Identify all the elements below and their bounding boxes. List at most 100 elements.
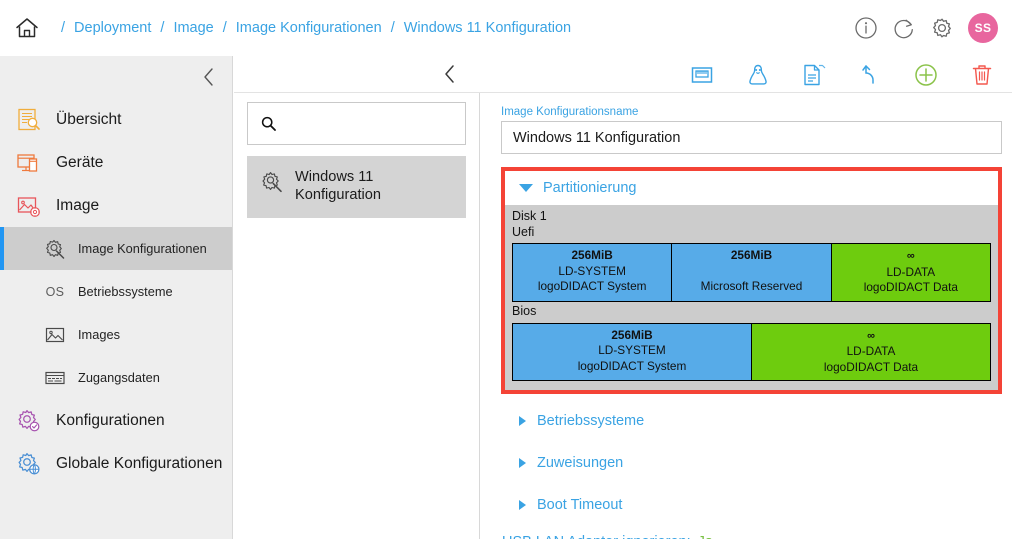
refresh-icon[interactable] xyxy=(892,16,916,40)
sidebar-item-konfigurationen[interactable]: Konfigurationen xyxy=(0,399,232,442)
section-title: Boot Timeout xyxy=(537,497,623,514)
breadcrumb-separator-0: / xyxy=(61,20,66,36)
info-icon[interactable] xyxy=(854,16,878,40)
partition-size: 256MiB xyxy=(611,327,653,342)
partitioning-section: Partitionierung Disk 1 Uefi 256MiB LD-SY… xyxy=(501,167,1002,395)
detail-pane: Image Konfigurationsname Partitionierung… xyxy=(481,94,1012,539)
main-toolbar xyxy=(234,56,1012,93)
copy-document-icon[interactable] xyxy=(801,62,827,88)
partition-desc: Microsoft Reserved xyxy=(700,279,803,294)
undo-arrow-icon[interactable] xyxy=(857,62,883,88)
sidebar-item-uebersicht[interactable]: Übersicht xyxy=(0,98,232,141)
search-input[interactable] xyxy=(276,103,465,144)
sidebar-item-label: Globale Konfigurationen xyxy=(56,454,223,472)
add-plus-icon[interactable] xyxy=(913,62,939,88)
breadcrumb-item-deployment[interactable]: Deployment xyxy=(74,20,151,36)
partitioning-section-header[interactable]: Partitionierung xyxy=(505,171,998,205)
breadcrumb-separator-3: / xyxy=(390,20,395,36)
sidebar-item-betriebssysteme[interactable]: OS Betriebssysteme xyxy=(0,270,232,313)
sidebar-item-label: Image Konfigurationen xyxy=(78,241,207,256)
partition-block[interactable]: ∞ LD-DATA logoDIDACT Data xyxy=(831,244,990,301)
sidebar-item-label: Image xyxy=(56,196,100,214)
partition-name xyxy=(674,264,828,280)
home-icon[interactable] xyxy=(14,15,40,41)
sidebar-item-label: Konfigurationen xyxy=(56,411,165,429)
global-config-icon xyxy=(16,451,42,477)
partition-row-bios: 256MiB LD-SYSTEM logoDIDACT System ∞ LD-… xyxy=(512,322,991,382)
partition-desc: logoDIDACT Data xyxy=(863,280,958,295)
disk-label: Disk 1 xyxy=(512,209,547,223)
overview-icon xyxy=(16,107,42,133)
partition-size: 256MiB xyxy=(571,248,613,263)
top-bar-actions: SS xyxy=(854,0,998,56)
partition-desc: logoDIDACT System xyxy=(577,358,687,373)
gear-icon[interactable] xyxy=(930,16,954,40)
chevron-down-icon xyxy=(519,184,533,192)
partition-size: ∞ xyxy=(867,329,875,342)
disk-diagram: Disk 1 Uefi 256MiB LD-SYSTEM logoDIDACT … xyxy=(505,205,998,391)
section-boot-timeout[interactable]: Boot Timeout xyxy=(501,484,1002,526)
network-port-icon[interactable] xyxy=(689,62,715,88)
list-panel: Windows 11 Konfiguration xyxy=(234,93,480,539)
sidebar-item-image-konfigurationen[interactable]: Image Konfigurationen xyxy=(0,227,232,270)
image-config-name-field-group: Image Konfigurationsname xyxy=(501,106,1002,154)
sidebar-item-globale-konfigurationen[interactable]: Globale Konfigurationen xyxy=(0,442,232,485)
sidebar-item-label: Übersicht xyxy=(56,110,122,128)
linux-penguin-icon[interactable] xyxy=(745,62,771,88)
gear-wrench-icon xyxy=(44,238,66,260)
partitioning-section-title: Partitionierung xyxy=(543,180,637,196)
list-item-label: Windows 11 Konfiguration xyxy=(295,169,382,203)
boot-mode-label-bios: Bios xyxy=(512,303,537,318)
chevron-right-icon xyxy=(519,500,526,511)
section-zuweisungen[interactable]: Zuweisungen xyxy=(501,442,1002,484)
usb-lan-adapter-value[interactable]: Ja xyxy=(698,534,713,539)
application-window: / Deployment / Image / Image Konfigurati… xyxy=(0,0,1012,539)
delete-trash-icon[interactable] xyxy=(969,62,995,88)
sidebar-collapse-button[interactable] xyxy=(0,56,232,98)
sidebar-item-image[interactable]: Image xyxy=(0,184,232,227)
sidebar-item-images[interactable]: Images xyxy=(0,313,232,356)
partition-size: ∞ xyxy=(906,250,915,263)
list-item[interactable]: Windows 11 Konfiguration xyxy=(247,156,466,218)
sidebar-item-label: Images xyxy=(78,327,120,342)
toolbar-actions xyxy=(689,56,995,93)
devices-icon xyxy=(16,150,42,176)
breadcrumb-item-current[interactable]: Windows 11 Konfiguration xyxy=(404,20,571,36)
breadcrumb-item-image[interactable]: Image xyxy=(173,20,213,36)
sidebar-item-label: Zugangsdaten xyxy=(78,370,160,385)
partition-block[interactable]: ∞ LD-DATA logoDIDACT Data xyxy=(752,323,990,381)
partition-block[interactable]: 256MiB Microsoft Reserved xyxy=(672,244,832,301)
breadcrumb-separator-2: / xyxy=(222,20,227,36)
partition-name: LD-DATA xyxy=(846,344,896,358)
sidebar: Übersicht Geräte Image Image Konfigurati… xyxy=(0,56,233,539)
partition-name: LD-DATA xyxy=(886,264,936,279)
partition-name: LD-SYSTEM xyxy=(598,343,666,358)
sidebar-item-zugangsdaten[interactable]: Zugangsdaten xyxy=(0,356,232,399)
image-config-name-label: Image Konfigurationsname xyxy=(501,106,639,118)
top-bar: / Deployment / Image / Image Konfigurati… xyxy=(0,0,1012,56)
picture-icon xyxy=(44,324,66,346)
sidebar-item-label: Geräte xyxy=(56,153,104,171)
breadcrumb-separator-1: / xyxy=(160,20,165,36)
breadcrumb: / Deployment / Image / Image Konfigurati… xyxy=(0,15,571,41)
partition-block[interactable]: 256MiB LD-SYSTEM logoDIDACT System xyxy=(513,244,673,301)
partition-block[interactable]: 256MiB LD-SYSTEM logoDIDACT System xyxy=(513,323,752,381)
boot-mode-label-uefi: Uefi xyxy=(512,224,535,239)
image-config-name-input[interactable] xyxy=(501,121,1002,154)
sidebar-item-geraete[interactable]: Geräte xyxy=(0,141,232,184)
partition-name: LD-SYSTEM xyxy=(558,263,626,278)
chevron-right-icon xyxy=(519,416,526,427)
sidebar-item-label: Betriebssysteme xyxy=(78,284,173,299)
search-box[interactable] xyxy=(247,102,466,145)
avatar[interactable]: SS xyxy=(968,13,998,43)
partition-desc: logoDIDACT System xyxy=(537,279,647,294)
section-betriebssysteme[interactable]: Betriebssysteme xyxy=(501,400,1002,442)
chevron-right-icon xyxy=(519,458,526,469)
os-icon: OS xyxy=(45,284,65,299)
partition-desc: logoDIDACT Data xyxy=(823,359,919,374)
partition-size: 256MiB xyxy=(730,248,773,263)
partition-row-uefi: 256MiB LD-SYSTEM logoDIDACT System 256Mi… xyxy=(512,243,991,302)
breadcrumb-item-image-konfigurationen[interactable]: Image Konfigurationen xyxy=(236,20,382,36)
back-chevron-left-icon[interactable] xyxy=(442,63,457,85)
section-title: Zuweisungen xyxy=(537,455,624,472)
